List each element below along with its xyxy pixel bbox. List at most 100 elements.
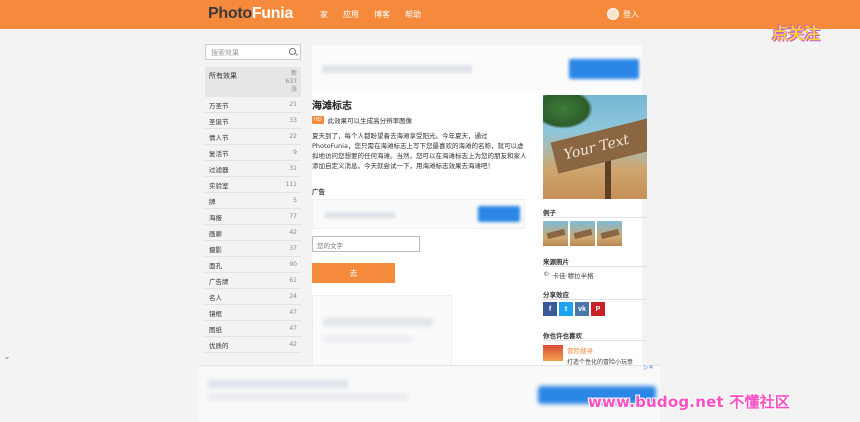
hd-badge: HD	[312, 116, 324, 124]
category-item[interactable]: 面孔 90	[205, 257, 301, 273]
category-count: 37	[289, 245, 297, 252]
ad-text-blur	[208, 380, 348, 388]
chevron-down-icon[interactable]: ⌄	[0, 349, 14, 363]
sticker-text: 点关注	[772, 24, 821, 43]
category-count: 77	[289, 213, 297, 220]
nav-blog[interactable]: 博客	[374, 9, 390, 20]
share-label: 分享效应	[543, 291, 569, 299]
divider	[543, 266, 647, 267]
page-title: 海滩标志	[312, 101, 352, 112]
you-may-like-label: 你也许也喜欢	[543, 332, 582, 340]
ad-text-blur	[323, 336, 413, 342]
effect-description: 夏天到了，每个人都盼望着去海滩享受阳光。今年夏天，通过 PhotoFunia，您…	[312, 132, 527, 170]
category-count: 42	[289, 341, 297, 348]
recommended-title: 冒险搜寻	[567, 347, 593, 355]
category-all-count: 新 637 张	[285, 70, 297, 93]
palm-leaves	[543, 95, 593, 129]
main-content: 海滩标志 HD 此效果可以生成高分辨率图像 夏天到了，每个人都盼望着去海滩享受阳…	[312, 45, 647, 367]
main-nav: 家 应用 博客 帮助	[320, 9, 421, 20]
category-item[interactable]: 复活节 9	[205, 145, 301, 161]
category-label: 圣诞节	[209, 117, 229, 126]
category-item[interactable]: 圣诞节 33	[205, 113, 301, 129]
category-label: 面孔	[209, 261, 222, 270]
hd-text: 此效果可以生成高分辨率图像	[327, 117, 413, 125]
divider	[543, 299, 647, 300]
facebook-icon[interactable]: f	[543, 302, 557, 316]
category-count: 90	[289, 261, 297, 268]
search-icon[interactable]	[289, 48, 296, 55]
recommended-item[interactable]: 冒险搜寻 打造个性化的冒险小玩意	[543, 345, 633, 366]
example-thumbnail-2[interactable]	[570, 221, 595, 246]
go-button[interactable]: 去	[312, 263, 395, 283]
category-count: 24	[289, 293, 297, 300]
nav-help[interactable]: 帮助	[405, 9, 421, 20]
ad-button[interactable]	[478, 206, 520, 222]
example-thumbnail-3[interactable]	[597, 221, 622, 246]
category-label: 优质的	[209, 341, 229, 350]
pinterest-icon[interactable]: P	[591, 302, 605, 316]
category-item[interactable]: 摄影 37	[205, 241, 301, 257]
ad-text-blur	[322, 65, 472, 73]
category-item[interactable]: 万圣节 21	[205, 97, 301, 113]
category-count: 47	[289, 309, 297, 316]
social-share-buttons: f t vk P	[543, 302, 605, 316]
login-label: 登入	[623, 9, 639, 19]
ad-close-icon[interactable]: ▷✕	[644, 364, 654, 371]
category-item[interactable]: 名人 24	[205, 289, 301, 305]
category-count: 33	[289, 117, 297, 124]
nav-home[interactable]: 家	[320, 9, 328, 20]
category-item[interactable]: 广告牌 61	[205, 273, 301, 289]
effect-preview-image: Your Text	[543, 95, 647, 199]
vk-icon[interactable]: vk	[575, 302, 589, 316]
category-item[interactable]: 海报 77	[205, 209, 301, 225]
top-ad-banner[interactable]	[312, 45, 642, 90]
category-label: 过滤器	[209, 165, 229, 174]
source-credit[interactable]: © 卡佳·穆拉半格	[543, 270, 594, 280]
user-icon	[607, 8, 619, 20]
category-label: 图纸	[209, 325, 222, 334]
category-label: 海报	[209, 213, 222, 222]
category-label: 画廊	[209, 229, 222, 238]
examples-label: 例子	[543, 209, 556, 217]
category-label: 名人	[209, 293, 222, 302]
nav-apps[interactable]: 应用	[343, 9, 359, 20]
divider	[543, 217, 647, 218]
category-item[interactable]: 镜框 47	[205, 305, 301, 321]
category-label: 复活节	[209, 149, 229, 158]
category-item[interactable]: 图纸 47	[205, 321, 301, 337]
photofunia-logo[interactable]: PhotoFunia	[208, 5, 293, 23]
category-all-label: 所有效果	[209, 72, 237, 80]
follow-sticker: 点关注	[770, 6, 832, 56]
category-count: 21	[289, 101, 297, 108]
search-input[interactable]: 搜索效果	[205, 44, 301, 60]
category-count: 31	[289, 165, 297, 172]
source-photo-label: 来源照片	[543, 258, 569, 266]
category-count: 42	[289, 229, 297, 236]
ad-button[interactable]	[569, 59, 639, 79]
your-text-input[interactable]: 您的文字	[312, 236, 420, 252]
category-count: 22	[289, 133, 297, 140]
category-item[interactable]: 画廊 42	[205, 225, 301, 241]
category-item[interactable]: 牌5	[205, 193, 301, 209]
top-bar: PhotoFunia 家 应用 博客 帮助 登入	[0, 0, 860, 29]
category-count: 111	[285, 181, 297, 188]
category-all[interactable]: 所有效果 新 637 张	[205, 67, 301, 97]
category-label: 实验室	[209, 181, 229, 190]
example-thumbnail-1[interactable]	[543, 221, 568, 246]
ad-text-blur	[323, 318, 433, 326]
login-link[interactable]: 登入	[607, 8, 639, 20]
logo-photo-text: Photo	[208, 5, 252, 22]
category-label: 情人节	[209, 133, 229, 142]
category-item[interactable]: 实验室 111	[205, 177, 301, 193]
category-label: 广告牌	[209, 277, 229, 286]
category-item[interactable]: 优质的 42	[205, 337, 301, 353]
example-thumbnails	[543, 221, 622, 246]
twitter-icon[interactable]: t	[559, 302, 573, 316]
category-label: 万圣节	[209, 101, 229, 110]
middle-ad-banner[interactable]	[312, 199, 525, 229]
lower-ad-banner[interactable]	[312, 295, 452, 367]
search-placeholder: 搜索效果	[211, 49, 239, 57]
category-item[interactable]: 情人节 22	[205, 129, 301, 145]
category-item[interactable]: 过滤器 31	[205, 161, 301, 177]
recommended-thumbnail	[543, 345, 563, 361]
